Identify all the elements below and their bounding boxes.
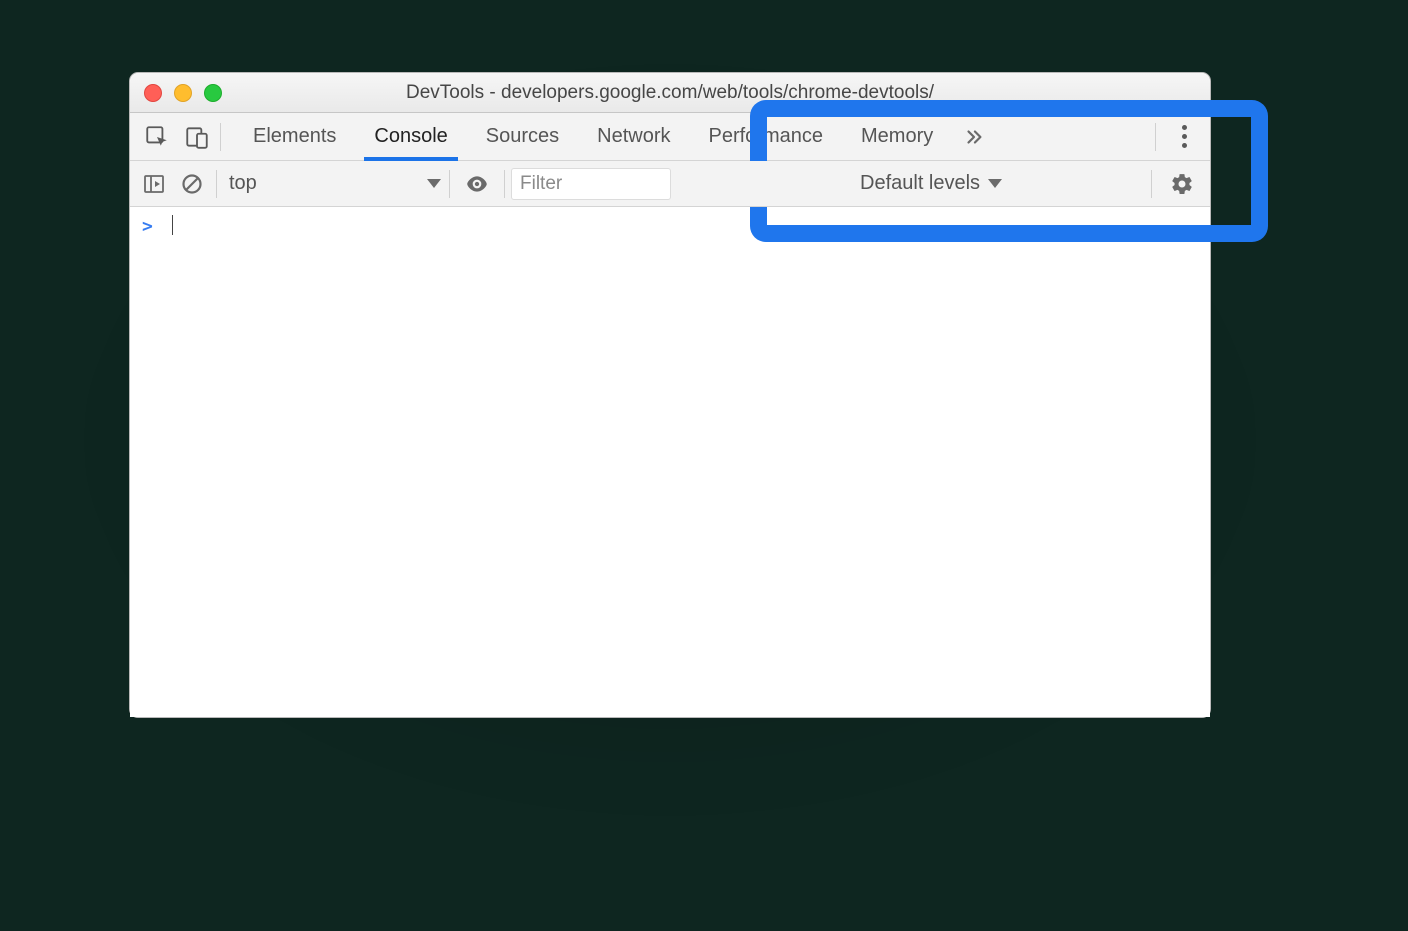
clear-console-icon[interactable] [180, 172, 204, 196]
console-caret [172, 215, 173, 235]
tab-label: Network [597, 125, 670, 148]
divider [216, 170, 217, 198]
traffic-lights [144, 84, 222, 102]
chevron-double-right-icon [963, 126, 985, 148]
divider [504, 170, 505, 198]
log-levels-selector[interactable]: Default levels [860, 161, 1002, 206]
close-window-button[interactable] [144, 84, 162, 102]
minimize-window-button[interactable] [174, 84, 192, 102]
tab-performance[interactable]: Performance [695, 113, 838, 160]
levels-label: Default levels [860, 172, 980, 195]
more-menu-button[interactable] [1174, 124, 1194, 150]
divider [1151, 170, 1152, 198]
divider [220, 123, 221, 151]
tab-label: Elements [253, 125, 336, 148]
tab-sources[interactable]: Sources [472, 113, 573, 160]
filter-input[interactable] [511, 168, 671, 200]
zoom-window-button[interactable] [204, 84, 222, 102]
live-expression-icon[interactable] [464, 171, 490, 197]
tab-label: Memory [861, 125, 933, 148]
console-toolbar: top Default levels [130, 161, 1210, 207]
tab-memory[interactable]: Memory [847, 113, 947, 160]
tab-label: Console [374, 125, 447, 148]
prompt-chevron-icon: > [142, 216, 153, 237]
context-label: top [229, 172, 257, 195]
tabstrip-left-tools [130, 113, 220, 160]
tab-overflow[interactable] [957, 113, 991, 160]
titlebar: DevTools - developers.google.com/web/too… [130, 73, 1210, 113]
device-toolbar-icon[interactable] [184, 124, 210, 150]
chevron-down-icon [427, 179, 441, 188]
devtools-window: DevTools - developers.google.com/web/too… [129, 72, 1211, 718]
tab-network[interactable]: Network [583, 113, 684, 160]
window-title: DevTools - developers.google.com/web/too… [130, 82, 1210, 104]
tab-console[interactable]: Console [360, 113, 461, 160]
settings-gear-icon[interactable] [1170, 172, 1194, 196]
tabstrip-right-tools [1155, 113, 1210, 160]
tab-elements[interactable]: Elements [239, 113, 350, 160]
panel-tabstrip: Elements Console Sources Network Perform… [130, 113, 1210, 161]
divider [1155, 123, 1156, 151]
console-toolbar-left [130, 172, 216, 196]
toggle-sidebar-icon[interactable] [142, 172, 166, 196]
chevron-down-icon [988, 179, 1002, 188]
tab-label: Performance [709, 125, 824, 148]
execution-context-selector[interactable]: top [229, 172, 449, 195]
console-body[interactable]: > [130, 207, 1210, 717]
panel-tabs: Elements Console Sources Network Perform… [239, 113, 991, 160]
console-toolbar-right [1151, 170, 1210, 198]
kebab-icon [1182, 134, 1187, 139]
divider [449, 170, 450, 198]
tab-label: Sources [486, 125, 559, 148]
inspect-element-icon[interactable] [144, 124, 170, 150]
